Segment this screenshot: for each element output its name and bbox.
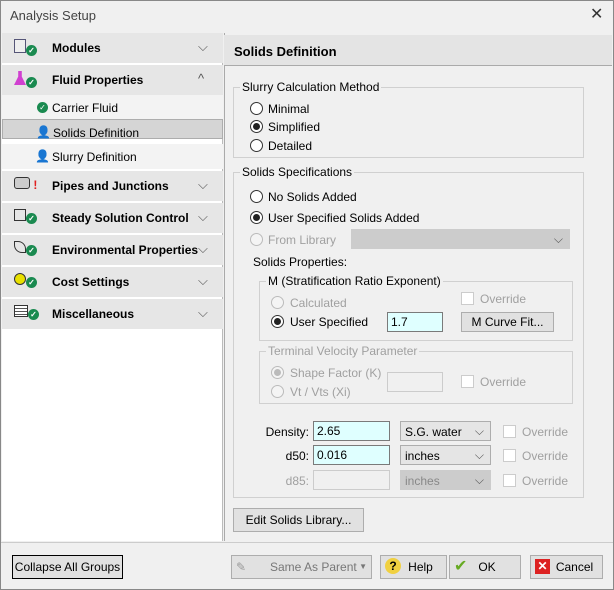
radio-no-solids[interactable] — [250, 190, 263, 203]
list-icon: ✓ — [14, 305, 40, 323]
group-environmental[interactable]: ✓ Environmental Properties ⌵ — [2, 235, 223, 265]
group-fluid-properties[interactable]: ✓ Fluid Properties ^ — [2, 65, 223, 95]
radio-m-user-specified[interactable] — [271, 315, 284, 328]
flask-icon: ✓ — [14, 71, 40, 89]
close-button[interactable]: ✕ — [590, 4, 603, 24]
dropdown-arrow-icon: ▼ — [359, 562, 367, 571]
radio-vt-vts[interactable] — [271, 385, 284, 398]
cost-icon: ✓ — [14, 273, 40, 291]
m-curve-fit-button[interactable]: M Curve Fit... — [461, 312, 554, 332]
chevron-down-icon: ⌵ — [198, 39, 208, 54]
edit-solids-library-button[interactable]: Edit Solids Library... — [233, 508, 364, 532]
pipe-error-icon: ! — [14, 177, 40, 195]
radio-minimal[interactable] — [250, 102, 263, 115]
cancel-icon: ✕ — [535, 559, 550, 574]
sidebar-item-solids-definition[interactable]: 👤 Solids Definition — [2, 119, 223, 140]
help-button[interactable]: ? Help — [380, 555, 447, 579]
radio-simplified[interactable] — [250, 120, 263, 133]
radio-calculated[interactable] — [271, 296, 284, 309]
leaf-icon: ✓ — [14, 241, 40, 259]
library-select[interactable]: ⌵ — [351, 229, 570, 249]
radio-user-specified-solids[interactable] — [250, 211, 263, 224]
density-override-checkbox[interactable] — [503, 425, 516, 438]
collapse-all-groups-button[interactable]: Collapse All Groups — [12, 555, 123, 579]
sidebar: ✓ Modules ⌵ ✓ Fluid Properties ^ ✓ Carrier Fl… — [2, 33, 223, 541]
chevron-down-icon: ⌵ — [553, 232, 563, 246]
chevron-down-icon: ⌵ — [198, 209, 208, 224]
checkmark-icon: ✔ — [454, 558, 468, 575]
chevron-down-icon: ⌵ — [198, 177, 208, 192]
m-value-input[interactable]: 1.7 — [387, 312, 443, 332]
d50-unit-select[interactable]: inches ⌵ — [400, 445, 491, 465]
ok-button[interactable]: ✔ OK — [449, 555, 521, 579]
d85-override-checkbox[interactable] — [503, 474, 516, 487]
help-icon: ? — [385, 558, 401, 574]
chevron-up-icon: ^ — [198, 71, 205, 86]
footer-divider — [1, 542, 613, 543]
group-steady-solution[interactable]: ✓ Steady Solution Control ⌵ — [2, 203, 223, 233]
chevron-down-icon: ⌵ — [474, 448, 484, 462]
check-icon: ✓ — [37, 102, 48, 113]
density-input[interactable]: 2.65 — [313, 421, 390, 441]
terminal-override-checkbox[interactable] — [461, 375, 474, 388]
window-title: Analysis Setup — [10, 8, 96, 23]
group-modules[interactable]: ✓ Modules ⌵ — [2, 33, 223, 63]
group-miscellaneous[interactable]: ✓ Miscellaneous ⌵ — [2, 299, 223, 329]
sidebar-item-carrier-fluid[interactable]: ✓ Carrier Fluid — [2, 95, 223, 120]
edit-icon: ✎ — [236, 560, 247, 574]
d85-unit-select[interactable]: inches ⌵ — [400, 470, 491, 490]
chevron-down-icon: ⌵ — [474, 473, 484, 487]
radio-from-library[interactable] — [250, 233, 263, 246]
m-override-checkbox[interactable] — [461, 292, 474, 305]
d85-input[interactable] — [313, 470, 390, 490]
chevron-down-icon: ⌵ — [198, 241, 208, 256]
d50-input[interactable]: 0.016 — [313, 445, 390, 465]
chevron-down-icon: ⌵ — [198, 273, 208, 288]
user-edit-icon: 👤 — [35, 149, 50, 163]
m-group: M (Stratification Ratio Exponent) — [259, 274, 573, 341]
radio-shape-factor[interactable] — [271, 366, 284, 379]
cancel-button[interactable]: ✕ Cancel — [530, 555, 603, 579]
terminal-value-input[interactable] — [387, 372, 443, 392]
flowchart-icon: ✓ — [14, 209, 40, 227]
user-edit-icon: 👤 — [36, 125, 51, 139]
solids-properties-label: Solids Properties: — [253, 255, 348, 269]
modules-icon: ✓ — [14, 39, 40, 57]
d50-override-checkbox[interactable] — [503, 449, 516, 462]
density-unit-select[interactable]: S.G. water ⌵ — [400, 421, 491, 441]
chevron-down-icon: ⌵ — [474, 424, 484, 438]
page-title: Solids Definition — [224, 35, 612, 66]
sidebar-item-slurry-definition[interactable]: 👤 Slurry Definition — [2, 144, 223, 169]
group-cost-settings[interactable]: ✓ Cost Settings ⌵ — [2, 267, 223, 297]
same-as-parent-dropdown[interactable]: ✎ Same As Parent ▼ — [231, 555, 372, 579]
radio-detailed[interactable] — [250, 139, 263, 152]
chevron-down-icon: ⌵ — [198, 305, 208, 320]
group-pipes-junctions[interactable]: ! Pipes and Junctions ⌵ — [2, 171, 223, 201]
